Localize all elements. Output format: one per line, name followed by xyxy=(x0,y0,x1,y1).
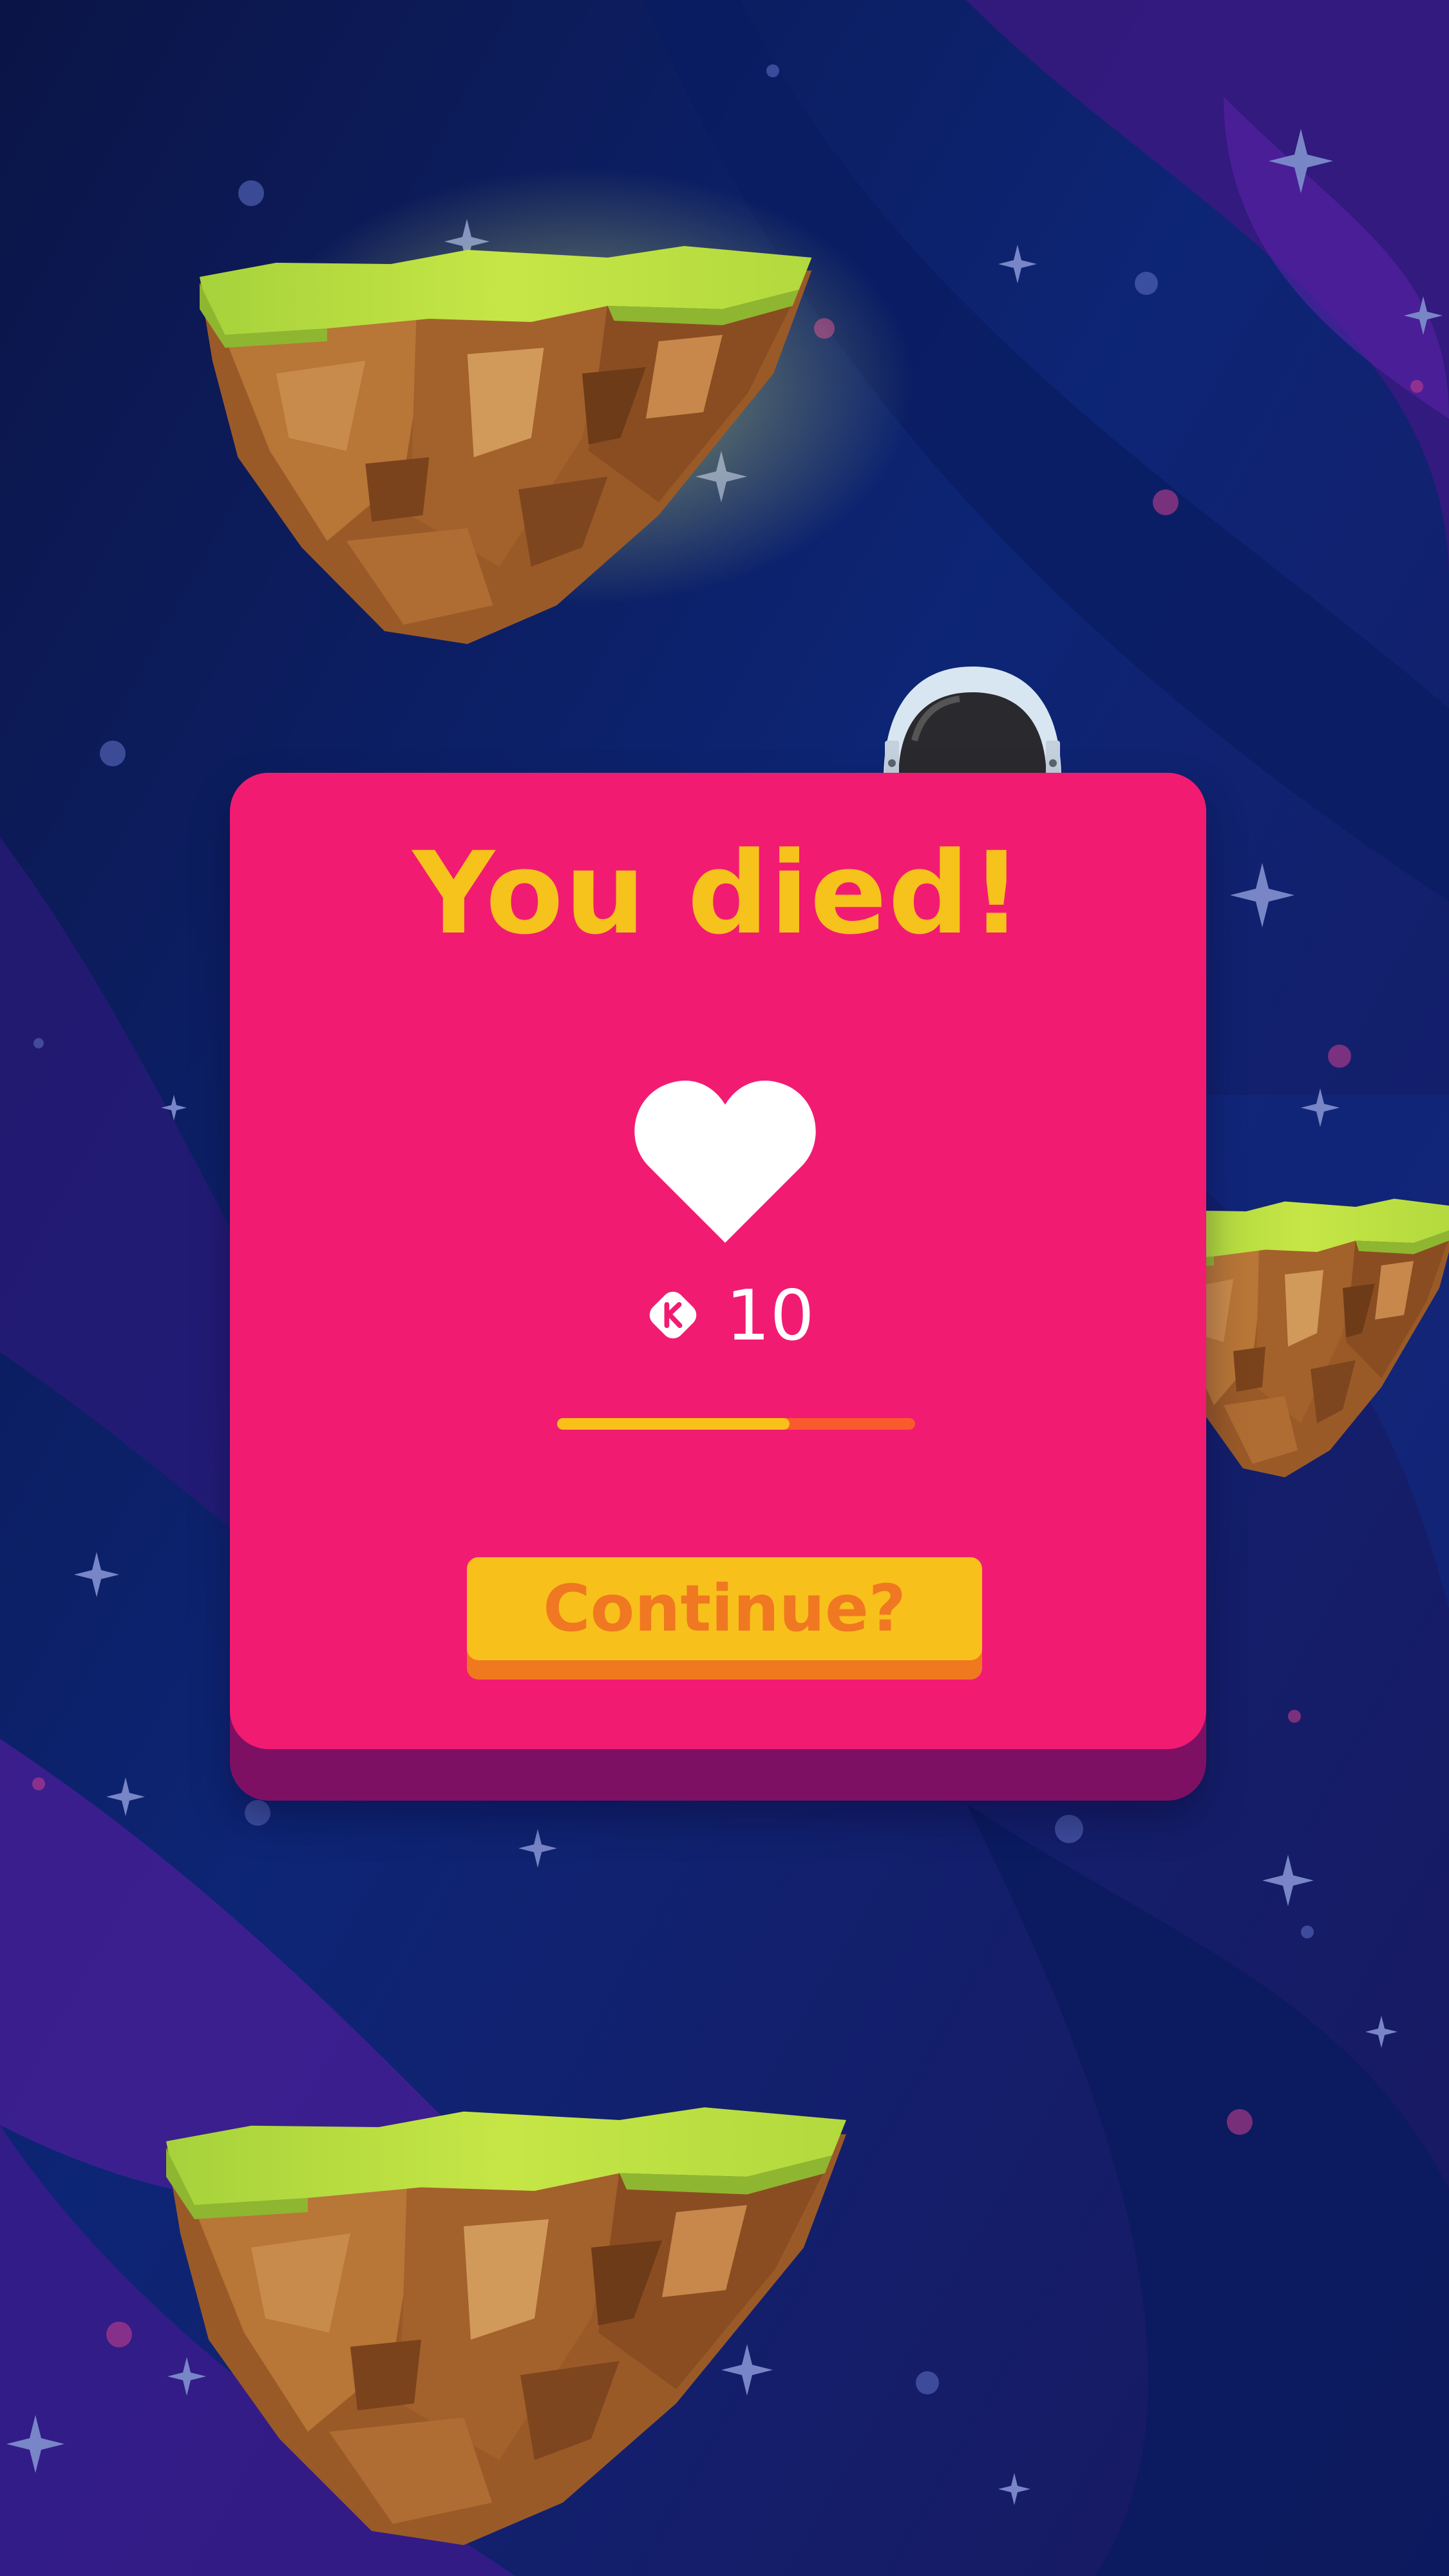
progress-bar-fill xyxy=(557,1418,790,1430)
continue-button-label: Continue? xyxy=(543,1571,906,1646)
dialog-title: You died! xyxy=(412,828,1024,960)
lives-row: 10 xyxy=(230,1278,1206,1355)
heart-icon xyxy=(634,1081,816,1243)
dialog-panel: You died! 10 Continue? xyxy=(230,773,1206,1749)
progress-bar xyxy=(557,1418,915,1430)
lives-count: 10 xyxy=(726,1276,815,1356)
k-token-icon xyxy=(649,1291,697,1339)
game-over-dialog: You died! 10 Continue? xyxy=(230,773,1206,1801)
game-scene: You died! 10 Continue? xyxy=(0,0,1449,2576)
continue-button[interactable]: Continue? xyxy=(467,1557,982,1680)
